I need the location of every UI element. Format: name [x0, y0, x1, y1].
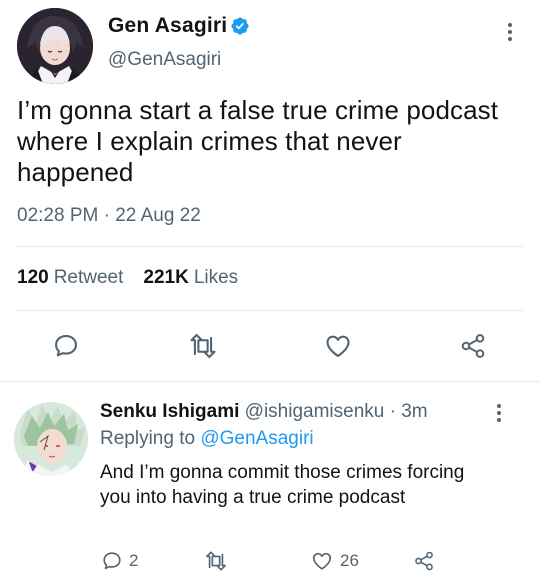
reply-text: And I’m gonna commit those crimes forcin… — [100, 462, 465, 508]
divider — [17, 246, 523, 247]
author-avatar[interactable] — [17, 8, 93, 84]
author-name-row[interactable]: Gen Asagiri — [108, 14, 250, 38]
share-icon — [461, 334, 485, 358]
more-options-icon[interactable] — [500, 19, 520, 45]
reply-icon — [55, 335, 77, 357]
author-handle[interactable]: @GenAsagiri — [108, 49, 221, 71]
retweet-count[interactable]: 120 — [17, 267, 49, 289]
author-display-name[interactable]: Gen Asagiri — [108, 14, 227, 38]
reply-author-avatar[interactable] — [14, 402, 88, 476]
like-icon — [326, 335, 350, 357]
reply-more-options-icon[interactable] — [489, 400, 509, 426]
verified-badge-icon — [231, 17, 249, 35]
reply-like-button[interactable]: 26 — [310, 550, 359, 572]
reply-reply-count: 2 — [129, 551, 139, 570]
replying-prefix: Replying to — [100, 428, 196, 449]
like-count[interactable]: 221K — [143, 267, 188, 289]
reply-icon — [103, 552, 121, 570]
replying-to-link[interactable]: @GenAsagiri — [200, 428, 313, 449]
replying-to: Replying to @GenAsagiri — [100, 428, 314, 450]
divider — [17, 310, 523, 311]
reply-author-handle-time[interactable]: @ishigamisenku · 3m — [245, 401, 428, 422]
tweet-timestamp[interactable]: 02:28 PM · 22 Aug 22 — [17, 205, 201, 227]
retweet-icon — [206, 551, 226, 571]
retweet-label[interactable]: Retweet — [54, 267, 124, 289]
like-button[interactable] — [323, 332, 353, 360]
reply-like-count: 26 — [340, 551, 359, 570]
reply-button[interactable] — [52, 332, 80, 360]
retweet-icon — [190, 333, 216, 358]
reply-reply-button[interactable]: 2 — [101, 550, 138, 572]
tweet-text: I’m gonna start a false true crime podca… — [17, 95, 499, 187]
reply-author-row[interactable]: Senku Ishigami @ishigamisenku · 3m — [100, 401, 428, 423]
reply-share-button[interactable] — [412, 550, 436, 572]
share-button[interactable] — [458, 332, 488, 360]
share-icon — [415, 551, 433, 571]
like-label[interactable]: Likes — [194, 267, 238, 289]
reply-author-display-name[interactable]: Senku Ishigami — [100, 401, 239, 422]
divider — [0, 381, 540, 382]
engagement-stats: 120 Retweet 221K Likes — [17, 267, 238, 289]
reply-retweet-button[interactable] — [204, 550, 228, 572]
retweet-button[interactable] — [188, 332, 218, 360]
like-icon — [312, 552, 332, 570]
